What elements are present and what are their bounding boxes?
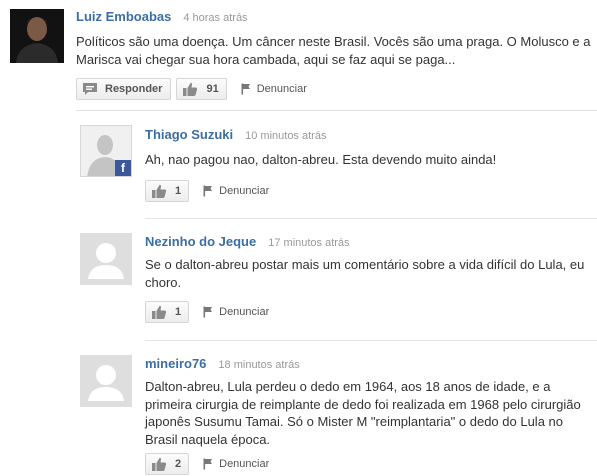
like-count: 1: [175, 306, 182, 318]
comment-text: Políticos são uma doença. Um câncer nest…: [76, 34, 591, 67]
comment-timestamp: 18 minutos atrás: [218, 359, 300, 371]
like-count: 1: [175, 185, 182, 197]
thumbs-up-icon: [183, 82, 198, 96]
comment-author[interactable]: Nezinho do Jeque 17 minutos atrás: [145, 234, 350, 249]
avatar[interactable]: [10, 9, 64, 63]
user-photo-icon: [10, 9, 64, 63]
like-button[interactable]: 2: [145, 453, 190, 475]
report-label: Denunciar: [256, 83, 307, 95]
comment-author[interactable]: Luiz Emboabas 4 horas atrás: [76, 9, 248, 24]
reply-button[interactable]: Responder: [76, 78, 172, 100]
thumbs-up-icon: [152, 184, 167, 198]
author-name[interactable]: Nezinho do Jeque: [145, 234, 256, 249]
reply-label: Responder: [105, 83, 163, 95]
avatar[interactable]: [80, 233, 132, 285]
comment-actions: 2 Denunciar: [145, 452, 269, 476]
thumbs-up-icon: [152, 305, 167, 319]
comment-author[interactable]: Thiago Suzuki 10 minutos atrás: [145, 127, 326, 142]
author-name[interactable]: mineiro76: [145, 356, 206, 371]
comment-timestamp: 10 minutos atrás: [245, 130, 327, 142]
report-link[interactable]: Denunciar: [203, 458, 269, 470]
comment-text: Ah, nao pagou nao, dalton-abreu. Esta de…: [145, 152, 497, 167]
like-count: 2: [175, 458, 182, 470]
comment-actions: Responder 91 Denunciar: [76, 77, 307, 101]
flag-icon: [203, 185, 213, 197]
flag-icon: [203, 306, 213, 318]
report-label: Denunciar: [219, 458, 270, 470]
like-count: 91: [206, 83, 219, 95]
speech-bubble-icon: [83, 83, 97, 95]
comment-actions: 1 Denunciar: [145, 300, 269, 324]
comment-text: Se o dalton-abreu postar mais um comentá…: [145, 257, 585, 290]
like-button[interactable]: 91: [176, 78, 227, 100]
flag-icon: [203, 458, 213, 470]
default-user-icon: [80, 233, 132, 285]
comment-timestamp: 17 minutos atrás: [268, 237, 350, 249]
author-name[interactable]: Thiago Suzuki: [145, 127, 233, 142]
like-button[interactable]: 1: [145, 180, 190, 202]
report-link[interactable]: Denunciar: [203, 306, 269, 318]
facebook-icon: f: [115, 160, 131, 176]
thumbs-up-icon: [152, 457, 167, 471]
report-label: Denunciar: [219, 306, 270, 318]
like-button[interactable]: 1: [145, 301, 190, 323]
avatar[interactable]: f: [80, 125, 132, 177]
comment: Luiz Emboabas 4 horas atrás Políticos são…: [0, 0, 597, 110]
flag-icon: [241, 83, 250, 95]
comment-text: Dalton-abreu, Lula perdeu o dedo em 1964…: [145, 379, 581, 447]
reply-comment: mineiro76 18 minutos atrás Dalton-abreu, …: [0, 340, 597, 476]
report-link[interactable]: Denunciar: [203, 185, 269, 197]
comment-timestamp: 4 horas atrás: [183, 12, 248, 24]
comment-author[interactable]: mineiro76 18 minutos atrás: [145, 356, 300, 371]
report-label: Denunciar: [219, 185, 270, 197]
comment-actions: 1 Denunciar: [145, 179, 269, 203]
default-user-icon: [80, 355, 132, 407]
report-link[interactable]: Denunciar: [241, 83, 307, 95]
reply-comment: f Thiago Suzuki 10 minutos atrás Ah, nao …: [0, 110, 597, 220]
reply-comment: Nezinho do Jeque 17 minutos atrás Se o da…: [0, 218, 597, 340]
author-name[interactable]: Luiz Emboabas: [76, 9, 171, 24]
avatar[interactable]: [80, 355, 132, 407]
